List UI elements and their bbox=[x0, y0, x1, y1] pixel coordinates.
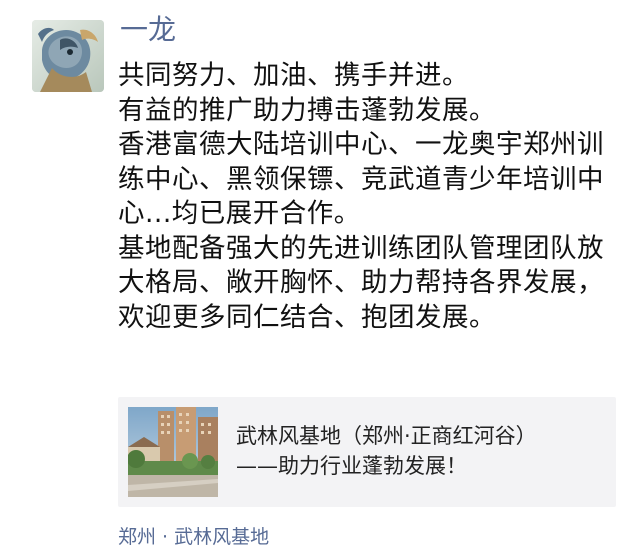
link-card-title: 武林风基地（郑州·正商红河谷） ——助力行业蓬勃发展！ bbox=[236, 421, 606, 481]
link-card-subtitle-line: ——助力行业蓬勃发展！ bbox=[236, 454, 467, 478]
post-location-link[interactable]: 郑州 · 武林风基地 bbox=[118, 523, 269, 551]
link-card-title-line: 武林风基地（郑州·正商红河谷） bbox=[236, 424, 537, 448]
user-avatar[interactable] bbox=[32, 20, 104, 92]
post-content-paragraph: 基地配备强大的先进训练团队管理团队放大格局、敞开胸怀、助力帮持各界发展，欢迎更多… bbox=[118, 232, 604, 333]
post-content: 共同努力、加油、携手并进。 有益的推广助力搏击蓬勃发展。 香港富德大陆培训中心、… bbox=[118, 59, 618, 335]
post-content-paragraph: 香港富德大陆培训中心、一龙奥宇郑州训练中心、黑领保镖、竞武道青少年培训中心...… bbox=[118, 129, 604, 229]
avatar-image-icon bbox=[32, 20, 104, 92]
post-content-paragraph: 有益的推广助力搏击蓬勃发展。 bbox=[118, 94, 496, 126]
building-photo-icon bbox=[128, 407, 218, 497]
moments-post: 一龙 共同努力、加油、携手并进。 有益的推广助力搏击蓬勃发展。 香港富德大陆培训… bbox=[0, 0, 640, 559]
post-content-paragraph: 共同努力、加油、携手并进。 bbox=[118, 60, 469, 91]
link-thumbnail bbox=[128, 407, 218, 497]
post-username[interactable]: 一龙 bbox=[120, 12, 176, 48]
shared-link-card[interactable]: 武林风基地（郑州·正商红河谷） ——助力行业蓬勃发展！ bbox=[118, 397, 616, 507]
